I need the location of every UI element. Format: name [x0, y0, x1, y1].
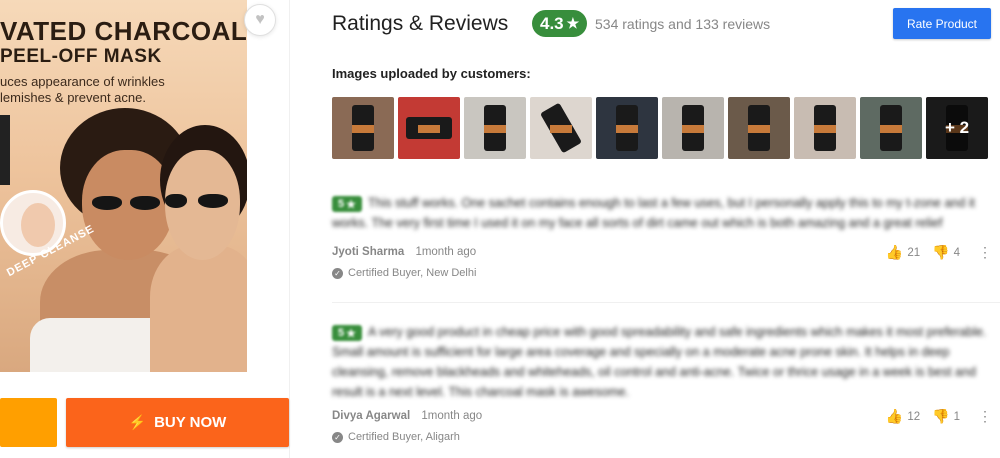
review-author: Divya Agarwal — [332, 410, 411, 422]
review-actions: 👍 12 👎 1 ⋮ — [886, 408, 992, 425]
thumbs-down-icon: 👎 — [932, 408, 950, 424]
review-card: 5 ★ A very good product in cheap price w… — [332, 322, 1000, 452]
customer-image[interactable] — [398, 97, 460, 159]
buy-now-button[interactable]: ⚡ BUY NOW — [66, 398, 289, 447]
customer-image[interactable] — [332, 97, 394, 159]
check-circle-icon: ✓ — [332, 431, 343, 443]
eye-patch — [198, 194, 228, 208]
review-author: Jyoti Sharma — [332, 246, 405, 258]
certified-buyer-text: Certified Buyer, New Delhi — [348, 267, 477, 279]
review-actions: 👍 21 👎 4 ⋮ — [886, 244, 992, 261]
review-date: 1month ago — [415, 246, 477, 258]
certified-buyer: ✓ Certified Buyer, New Delhi — [332, 267, 476, 279]
review-meta: Divya Agarwal 1month ago — [332, 410, 482, 422]
dislike-count: 4 — [953, 246, 960, 259]
customer-image[interactable] — [860, 97, 922, 159]
customer-image[interactable] — [596, 97, 658, 159]
like-count: 21 — [907, 246, 921, 259]
star-icon: ★ — [566, 15, 580, 31]
more-options-icon[interactable]: ⋮ — [978, 244, 992, 261]
dislike-count: 1 — [953, 410, 960, 423]
review-card: 5 ★ This stuff works. One sachet contain… — [332, 193, 1000, 303]
heart-icon[interactable]: ♥ — [244, 4, 276, 36]
like-button[interactable]: 👍 12 — [886, 408, 920, 425]
rating-score: 4.3 — [540, 13, 564, 33]
buy-now-label: BUY NOW — [154, 414, 227, 431]
customer-image[interactable] — [728, 97, 790, 159]
certified-buyer-text: Certified Buyer, Aligarh — [348, 431, 460, 443]
customer-image[interactable] — [794, 97, 856, 159]
review-text: A very good product in cheap price with … — [332, 325, 987, 399]
section-title: Ratings & Reviews — [332, 12, 509, 35]
thumbs-down-icon: 👎 — [932, 244, 950, 260]
thumbs-up-icon: 👍 — [885, 408, 904, 424]
customer-image[interactable] — [464, 97, 526, 159]
eye-patch — [165, 194, 187, 208]
dislike-button[interactable]: 👎 1 — [932, 408, 960, 425]
check-circle-icon: ✓ — [332, 267, 343, 279]
more-images-tile[interactable]: + 2 — [926, 97, 988, 159]
banner-title: VATED CHARCOAL — [0, 16, 247, 46]
model-body — [150, 245, 247, 372]
images-label: Images uploaded by customers: — [332, 66, 531, 81]
thumbs-up-icon: 👍 — [885, 244, 904, 260]
add-to-cart-button[interactable] — [0, 398, 57, 447]
product-tube — [0, 115, 10, 185]
bolt-icon: ⚡ — [128, 414, 147, 430]
more-options-icon[interactable]: ⋮ — [978, 408, 992, 425]
review-meta: Jyoti Sharma 1month ago — [332, 246, 476, 258]
customer-image[interactable] — [662, 97, 724, 159]
customer-images: + 2 — [332, 97, 988, 159]
product-image[interactable]: VATED CHARCOAL PEEL-OFF MASK uces appear… — [0, 0, 247, 372]
like-count: 12 — [907, 410, 921, 423]
customer-image[interactable] — [530, 97, 592, 159]
more-images-count: + 2 — [926, 97, 988, 159]
rating-badge: 4.3 ★ — [532, 10, 588, 37]
banner-line: uces appearance of wrinkles — [0, 74, 165, 89]
certified-buyer: ✓ Certified Buyer, Aligarh — [332, 431, 460, 443]
dislike-button[interactable]: 👎 4 — [932, 244, 960, 261]
review-text: This stuff works. One sachet contains en… — [332, 196, 976, 230]
ratings-header: Ratings & Reviews 4.3 ★ 534 ratings and … — [332, 8, 1000, 40]
review-date: 1month ago — [421, 410, 483, 422]
ratings-reviews-panel: Ratings & Reviews 4.3 ★ 534 ratings and … — [332, 0, 1000, 458]
product-panel: VATED CHARCOAL PEEL-OFF MASK uces appear… — [0, 0, 290, 458]
banner-line: lemishes & prevent acne. — [0, 90, 146, 105]
product-page: VATED CHARCOAL PEEL-OFF MASK uces appear… — [0, 0, 1000, 458]
eye-patch — [130, 196, 160, 210]
like-button[interactable]: 👍 21 — [886, 244, 920, 261]
banner-subtitle: PEEL-OFF MASK — [0, 46, 162, 67]
eye-patch — [92, 196, 122, 210]
rate-product-button[interactable]: Rate Product — [893, 8, 991, 39]
rating-count: 534 ratings and 133 reviews — [595, 16, 771, 32]
